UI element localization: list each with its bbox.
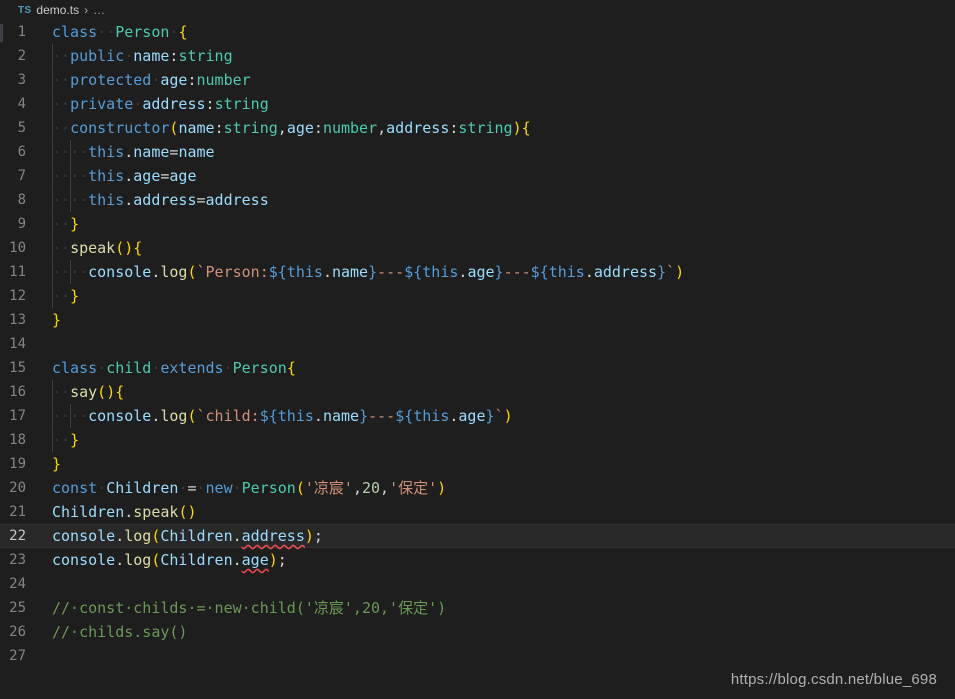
line-content[interactable]: } [52, 308, 955, 332]
line-content[interactable]: ····this.name=name [52, 140, 955, 164]
line-content[interactable]: Children.speak() [52, 500, 955, 524]
code-line[interactable]: 7 ····this.age=age [0, 164, 955, 188]
code-line[interactable]: 13 } [0, 308, 955, 332]
line-content[interactable]: ··constructor(name:string,age:number,add… [52, 116, 955, 140]
line-number: 16 [9, 384, 26, 400]
code-line[interactable]: 3 ··protected·age:number [0, 68, 955, 92]
code-line[interactable]: 12 ··} [0, 284, 955, 308]
code-line-active[interactable]: 22 console.log(Children.address); [0, 524, 955, 548]
typescript-file-icon: TS [18, 4, 32, 16]
code-line[interactable]: 10 ··speak(){ [0, 236, 955, 260]
breadcrumb-file-name[interactable]: demo.ts [36, 3, 79, 17]
code-line[interactable]: 14 [0, 332, 955, 356]
error-token[interactable]: address [242, 527, 305, 545]
line-content[interactable]: ··public·name:string [52, 44, 955, 68]
line-number: 23 [9, 552, 26, 568]
code-line[interactable]: 2 ··public·name:string [0, 44, 955, 68]
line-number: 26 [9, 624, 26, 640]
line-content[interactable]: ····this.age=age [52, 164, 955, 188]
breadcrumb[interactable]: TS demo.ts › … [0, 0, 955, 20]
code-line[interactable]: 19 } [0, 452, 955, 476]
line-content[interactable]: class·child·extends·Person{ [52, 356, 955, 380]
line-content[interactable]: ··} [52, 284, 955, 308]
line-content[interactable]: ··} [52, 428, 955, 452]
line-number: 15 [9, 360, 26, 376]
line-number: 27 [9, 648, 26, 664]
line-number: 17 [9, 408, 26, 424]
line-content[interactable]: ····console.log(`Person:${this.name}---$… [52, 260, 955, 284]
code-line[interactable]: 1 class··Person·{ [0, 20, 955, 44]
breadcrumb-more[interactable]: … [93, 3, 106, 17]
line-content[interactable]: ··} [52, 212, 955, 236]
line-content[interactable]: console.log(Children.age); [52, 548, 955, 572]
line-number: 6 [17, 144, 26, 160]
line-number: 20 [9, 480, 26, 496]
code-line[interactable]: 16 ··say(){ [0, 380, 955, 404]
line-number: 13 [9, 312, 26, 328]
code-line[interactable]: 9 ··} [0, 212, 955, 236]
code-line[interactable]: 5 ··constructor(name:string,age:number,a… [0, 116, 955, 140]
line-number: 3 [17, 72, 26, 88]
error-token[interactable]: age [242, 551, 269, 569]
line-number: 9 [17, 216, 26, 232]
line-content[interactable]: ····console.log(`child:${this.name}---${… [52, 404, 955, 428]
line-content[interactable]: //·const·childs·=·new·child('凉宸',20,'保定'… [52, 596, 955, 620]
code-line[interactable]: 27 [0, 644, 955, 668]
line-content[interactable]: } [52, 452, 955, 476]
line-content[interactable]: const·Children·=·new·Person('凉宸',20,'保定'… [52, 476, 955, 500]
line-content[interactable]: ··protected·age:number [52, 68, 955, 92]
code-line[interactable]: 20 const·Children·=·new·Person('凉宸',20,'… [0, 476, 955, 500]
line-number: 21 [9, 504, 26, 520]
line-number: 25 [9, 600, 26, 616]
line-content[interactable]: //·childs.say() [52, 620, 955, 644]
line-number: 4 [17, 96, 26, 112]
line-content[interactable]: ··speak(){ [52, 236, 955, 260]
line-content[interactable]: ··say(){ [52, 380, 955, 404]
code-line[interactable]: 15 class·child·extends·Person{ [0, 356, 955, 380]
line-number: 7 [17, 168, 26, 184]
line-content[interactable]: class··Person·{ [52, 20, 955, 44]
code-line[interactable]: 21 Children.speak() [0, 500, 955, 524]
line-number: 11 [9, 264, 26, 280]
code-line[interactable]: 6 ····this.name=name [0, 140, 955, 164]
line-number: 14 [9, 336, 26, 352]
code-line[interactable]: 25 //·const·childs·=·new·child('凉宸',20,'… [0, 596, 955, 620]
line-number: 18 [9, 432, 26, 448]
line-number: 10 [9, 240, 26, 256]
code-line[interactable]: 11 ····console.log(`Person:${this.name}-… [0, 260, 955, 284]
code-line[interactable]: 23 console.log(Children.age); [0, 548, 955, 572]
chevron-right-icon: › [84, 3, 89, 17]
line-content[interactable]: console.log(Children.address); [52, 524, 955, 548]
code-line[interactable]: 4 ··private·address:string [0, 92, 955, 116]
line-number: 1 [17, 24, 26, 40]
code-line[interactable]: 24 [0, 572, 955, 596]
line-number: 2 [17, 48, 26, 64]
code-line[interactable]: 8 ····this.address=address [0, 188, 955, 212]
code-line[interactable]: 26 //·childs.say() [0, 620, 955, 644]
watermark-url: https://blog.csdn.net/blue_698 [730, 671, 937, 688]
line-number: 19 [9, 456, 26, 472]
code-line[interactable]: 17 ····console.log(`child:${this.name}--… [0, 404, 955, 428]
line-number: 5 [17, 120, 26, 136]
line-number: 12 [9, 288, 26, 304]
code-line[interactable]: 18 ··} [0, 428, 955, 452]
line-content[interactable]: ····this.address=address [52, 188, 955, 212]
line-content[interactable]: ··private·address:string [52, 92, 955, 116]
line-number: 22 [9, 528, 26, 544]
line-number: 8 [17, 192, 26, 208]
line-number: 24 [9, 576, 26, 592]
code-editor[interactable]: 1 class··Person·{ 2 ··public·name:string… [0, 20, 955, 699]
